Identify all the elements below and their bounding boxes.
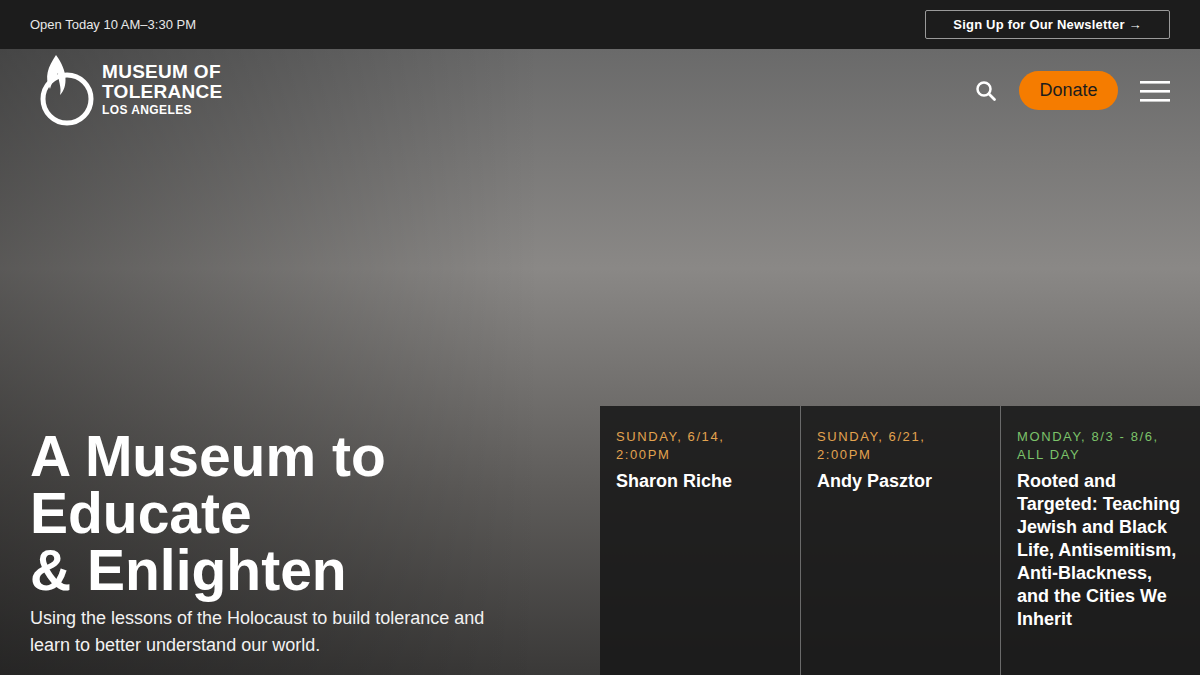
logo-text: MUSEUM OF (102, 62, 223, 82)
logo-text: LOS ANGELES (102, 104, 223, 117)
hero-intro: A Museum toEducate& Enlighten Using the … (0, 428, 560, 675)
newsletter-button[interactable]: Sign Up for Our Newsletter → (925, 10, 1170, 39)
search-icon[interactable] (975, 80, 997, 102)
event-title: Rooted and Targeted: Teaching Jewish and… (1017, 470, 1184, 631)
flame-logo-icon (36, 51, 98, 127)
event-title: Andy Pasztor (817, 470, 984, 493)
top-bar: Open Today 10 AM–3:30 PM Sign Up for Our… (0, 0, 1200, 49)
event-title: Sharon Riche (616, 470, 784, 493)
donate-button[interactable]: Donate (1019, 71, 1118, 110)
subtitle: Using the lessons of the Holocaust to bu… (30, 605, 510, 659)
event-date: MONDAY, 8/3 - 8/6, ALL DAY (1017, 428, 1184, 464)
hero: MUSEUM OFTOLERANCE LOS ANGELES Donate A M… (0, 49, 1200, 675)
site-header: MUSEUM OFTOLERANCE LOS ANGELES Donate (0, 49, 1200, 127)
event-card[interactable]: SUNDAY, 6/21, 2:00PM Andy Pasztor (800, 406, 1000, 675)
opening-hours: Open Today 10 AM–3:30 PM (30, 17, 196, 32)
event-card[interactable]: MONDAY, 8/3 - 8/6, ALL DAY Rooted and Ta… (1000, 406, 1200, 675)
page: Open Today 10 AM–3:30 PM Sign Up for Our… (0, 0, 1200, 675)
menu-icon[interactable] (1140, 80, 1170, 102)
event-card[interactable]: SUNDAY, 6/14, 2:00PM Sharon Riche (600, 406, 800, 675)
logo-text: TOLERANCE (102, 82, 223, 102)
logo[interactable]: MUSEUM OFTOLERANCE LOS ANGELES (36, 51, 223, 127)
event-date: SUNDAY, 6/14, 2:00PM (616, 428, 784, 464)
headline: A Museum toEducate& Enlighten (30, 428, 560, 599)
event-date: SUNDAY, 6/21, 2:00PM (817, 428, 984, 464)
events-panel: SUNDAY, 6/14, 2:00PM Sharon RicheSUNDAY,… (600, 406, 1200, 675)
